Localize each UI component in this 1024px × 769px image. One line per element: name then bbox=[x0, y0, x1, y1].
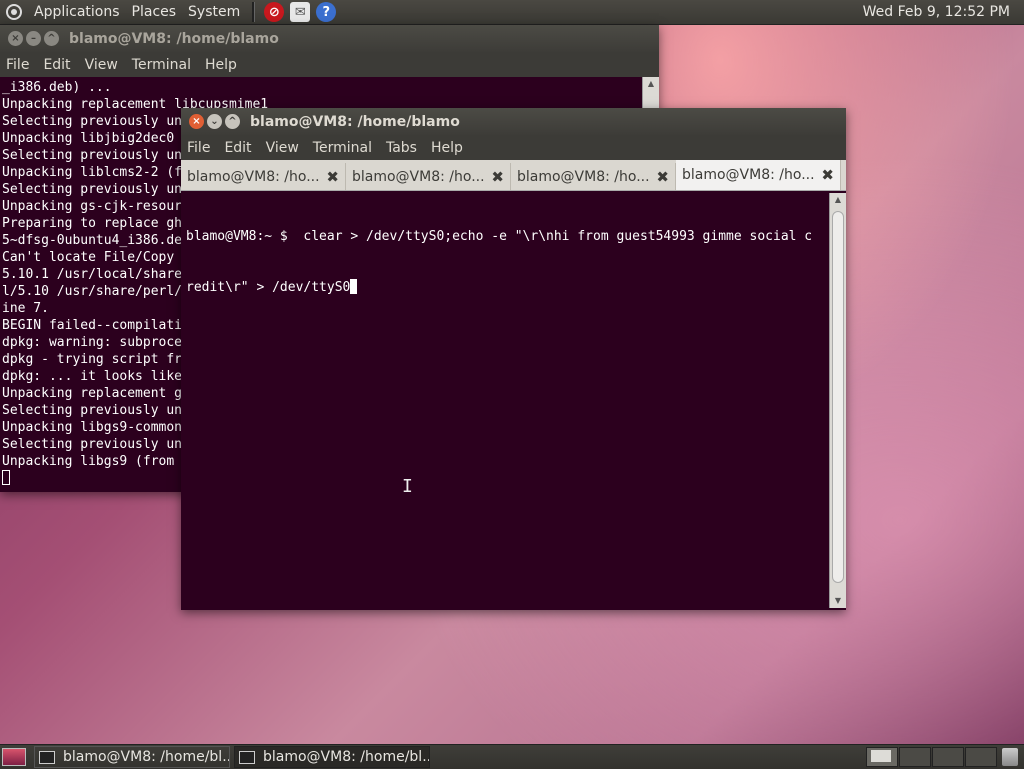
workspace-switcher bbox=[866, 747, 1024, 767]
menu-terminal[interactable]: Terminal bbox=[306, 140, 379, 156]
tab-label: blamo@VM8: /ho... bbox=[352, 168, 485, 185]
clock[interactable]: Wed Feb 9, 12:52 PM bbox=[863, 4, 1024, 20]
front-window-title: blamo@VM8: /home/blamo bbox=[250, 113, 460, 130]
front-window-menubar: File Edit View Terminal Tabs Help bbox=[181, 135, 846, 160]
show-desktop-icon[interactable] bbox=[2, 748, 26, 766]
system-menu[interactable]: System bbox=[182, 4, 246, 20]
front-window-titlebar[interactable]: × ⌄ ^ blamo@VM8: /home/blamo bbox=[181, 108, 846, 135]
text-cursor bbox=[2, 470, 10, 485]
menu-help[interactable]: Help bbox=[198, 57, 244, 73]
terminal-icon bbox=[239, 750, 255, 764]
mail-icon[interactable]: ✉ bbox=[290, 2, 311, 22]
menu-help[interactable]: Help bbox=[424, 140, 470, 156]
close-tab-icon[interactable]: ✖ bbox=[656, 168, 669, 186]
help-icon[interactable]: ? bbox=[316, 2, 337, 22]
minimize-icon[interactable]: ⌄ bbox=[207, 114, 222, 129]
panel-separator bbox=[252, 2, 256, 22]
menu-view[interactable]: View bbox=[259, 140, 306, 156]
scroll-thumb[interactable] bbox=[832, 211, 844, 583]
menu-view[interactable]: View bbox=[78, 57, 125, 73]
menu-tabs[interactable]: Tabs bbox=[379, 140, 424, 156]
front-terminal-window[interactable]: × ⌄ ^ blamo@VM8: /home/blamo File Edit V… bbox=[181, 108, 846, 610]
terminal-tab[interactable]: blamo@VM8: /ho... ✖ bbox=[511, 163, 676, 190]
terminal-line: _i386.deb) ... bbox=[2, 80, 112, 95]
tab-bar: blamo@VM8: /ho... ✖ blamo@VM8: /ho... ✖ … bbox=[181, 160, 846, 191]
no-entry-icon[interactable]: ⊘ bbox=[264, 2, 285, 22]
menu-file[interactable]: File bbox=[0, 57, 36, 73]
bottom-panel: blamo@VM8: /home/bl... blamo@VM8: /home/… bbox=[0, 744, 1024, 769]
tab-label: blamo@VM8: /ho... bbox=[682, 167, 815, 183]
applications-menu[interactable]: Applications bbox=[28, 4, 126, 20]
menu-edit[interactable]: Edit bbox=[36, 57, 77, 73]
close-icon[interactable]: × bbox=[189, 114, 204, 129]
mouse-ibeam-cursor-icon: I bbox=[402, 476, 413, 497]
scroll-down-icon[interactable]: ▼ bbox=[830, 594, 846, 608]
taskbar-item-active[interactable]: blamo@VM8: /home/bl... bbox=[234, 746, 430, 768]
taskbar-item-label: blamo@VM8: /home/bl... bbox=[63, 749, 230, 765]
terminal-tab[interactable]: blamo@VM8: /ho... ✖ bbox=[346, 163, 511, 190]
ubuntu-logo-icon[interactable] bbox=[6, 4, 22, 20]
maximize-icon[interactable]: ^ bbox=[225, 114, 240, 129]
places-menu[interactable]: Places bbox=[126, 4, 183, 20]
close-tab-icon[interactable]: ✖ bbox=[821, 166, 834, 184]
back-window-titlebar[interactable]: × – ^ blamo@VM8: /home/blamo bbox=[0, 25, 659, 52]
workspace-3[interactable] bbox=[932, 747, 964, 767]
workspace-4[interactable] bbox=[965, 747, 997, 767]
close-icon[interactable]: × bbox=[8, 31, 23, 46]
top-panel: Applications Places System ⊘ ✉ ? Wed Feb… bbox=[0, 0, 1024, 25]
terminal-line: blamo@VM8:~ $ clear > /dev/ttyS0;echo -e… bbox=[186, 229, 813, 244]
scroll-up-icon[interactable]: ▲ bbox=[643, 77, 659, 91]
minimize-icon[interactable]: – bbox=[26, 31, 41, 46]
back-window-title: blamo@VM8: /home/blamo bbox=[69, 30, 279, 47]
maximize-icon[interactable]: ^ bbox=[44, 31, 59, 46]
panel-menus: Applications Places System bbox=[0, 0, 246, 24]
menu-file[interactable]: File bbox=[181, 140, 217, 156]
terminal-icon bbox=[39, 750, 55, 764]
taskbar-item-label: blamo@VM8: /home/bl... bbox=[263, 749, 430, 765]
front-terminal-output[interactable]: blamo@VM8:~ $ clear > /dev/ttyS0;echo -e… bbox=[186, 194, 828, 606]
close-tab-icon[interactable]: ✖ bbox=[491, 168, 504, 186]
text-cursor bbox=[350, 279, 358, 294]
terminal-tab-active[interactable]: blamo@VM8: /ho... ✖ bbox=[676, 160, 841, 190]
close-tab-icon[interactable]: ✖ bbox=[326, 168, 339, 186]
taskbar-item[interactable]: blamo@VM8: /home/bl... bbox=[34, 746, 230, 768]
tab-label: blamo@VM8: /ho... bbox=[517, 168, 650, 185]
scroll-up-icon[interactable]: ▲ bbox=[830, 193, 846, 207]
trash-icon[interactable] bbox=[1002, 748, 1018, 766]
workspace-2[interactable] bbox=[899, 747, 931, 767]
terminal-line-2: redit\r" > /dev/ttyS0 bbox=[186, 279, 828, 296]
workspace-1[interactable] bbox=[866, 747, 898, 767]
terminal-tab[interactable]: blamo@VM8: /ho... ✖ bbox=[181, 163, 346, 190]
terminal-line-text: redit\r" > /dev/ttyS0 bbox=[186, 280, 351, 295]
tab-label: blamo@VM8: /ho... bbox=[187, 168, 320, 185]
menu-edit[interactable]: Edit bbox=[217, 140, 258, 156]
back-window-menubar: File Edit View Terminal Help bbox=[0, 52, 659, 77]
menu-terminal[interactable]: Terminal bbox=[125, 57, 198, 73]
front-scrollbar[interactable]: ▲ ▼ bbox=[829, 193, 846, 608]
